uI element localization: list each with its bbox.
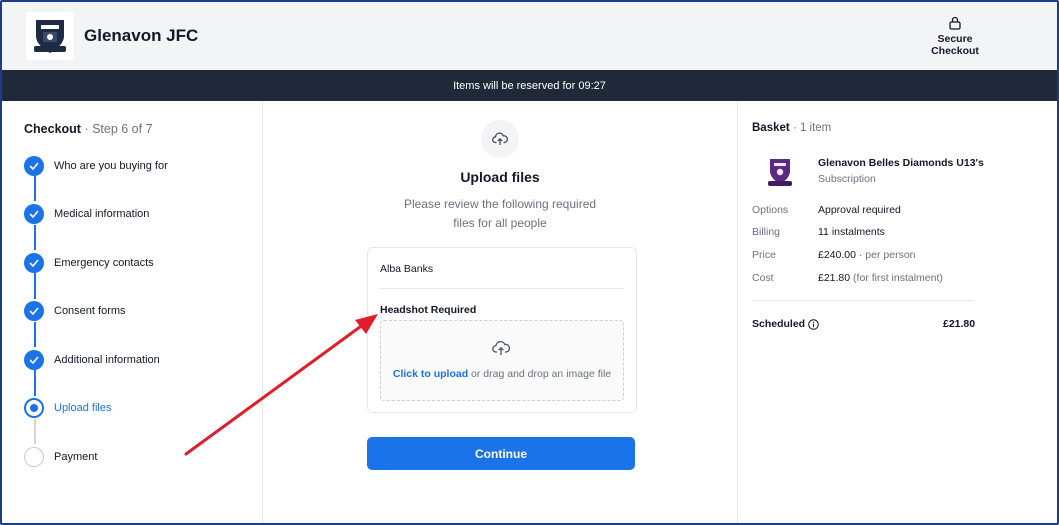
step-payment: Payment	[24, 446, 97, 468]
step-additional-information[interactable]: Additional information	[24, 349, 160, 371]
step-connector	[34, 322, 36, 347]
step-consent-forms[interactable]: Consent forms	[24, 300, 126, 322]
lock-icon	[949, 16, 961, 30]
upload-title: Upload files	[460, 169, 540, 185]
checkout-title: Checkout · Step 6 of 7	[24, 122, 153, 136]
check-icon	[24, 301, 44, 321]
row-key: Price	[752, 249, 776, 261]
basket-divider	[752, 300, 974, 301]
required-file-label: Headshot Required	[380, 304, 477, 316]
step-connector	[34, 419, 36, 444]
check-icon	[24, 204, 44, 224]
step-connector	[34, 225, 36, 250]
step-label: Upload files	[54, 402, 112, 414]
file-drop-zone[interactable]: Click to upload or drag and drop an imag…	[380, 320, 624, 401]
continue-button[interactable]: Continue	[367, 437, 635, 470]
pending-step-icon	[24, 447, 44, 467]
step-emergency-contacts[interactable]: Emergency contacts	[24, 252, 154, 274]
basket-count: · 1 item	[792, 122, 832, 134]
row-value: £240.00 · per person	[818, 249, 916, 261]
row-value: £21.80 (for first instalment)	[818, 272, 943, 284]
step-label: Medical information	[54, 208, 150, 220]
info-icon[interactable]	[808, 318, 819, 330]
basket-panel: Basket · 1 item Glenavon Belles Diamonds…	[738, 101, 1057, 523]
checkout-steps-panel: Checkout · Step 6 of 7 Who are you buyin…	[2, 101, 263, 523]
product-name: Glenavon Belles Diamonds U13's	[818, 157, 984, 169]
upload-panel: Upload files Please review the following…	[263, 101, 738, 523]
current-step-icon	[24, 398, 44, 418]
checkout-label: Checkout	[24, 122, 81, 136]
row-value: 11 instalments	[818, 226, 885, 238]
step-counter: · Step 6 of 7	[84, 122, 153, 136]
row-key: Billing	[752, 226, 781, 238]
check-icon	[24, 156, 44, 176]
app-frame: Glenavon JFC Secure Checkout Items will …	[0, 0, 1059, 525]
scheduled-amount: £21.80	[943, 318, 976, 330]
step-upload-files[interactable]: Upload files	[24, 397, 111, 419]
basket-title: Basket · 1 item	[752, 122, 831, 134]
cloud-upload-icon	[492, 341, 510, 355]
step-label: Payment	[54, 451, 98, 463]
drop-zone-text: Click to upload or drag and drop an imag…	[381, 368, 623, 380]
row-value: Approval required	[818, 204, 901, 216]
step-medical-information[interactable]: Medical information	[24, 203, 149, 225]
club-crest-icon[interactable]	[26, 12, 74, 60]
header: Glenavon JFC Secure Checkout	[2, 2, 1057, 71]
person-file-card: Alba Banks Headshot Required Click to up…	[367, 247, 637, 413]
secure-checkout: Secure Checkout	[925, 16, 985, 57]
row-key: Options	[752, 204, 789, 216]
team-crest-icon	[768, 159, 792, 186]
click-to-upload-link[interactable]: Click to upload	[393, 368, 468, 380]
step-connector	[34, 273, 36, 299]
step-connector	[34, 370, 36, 396]
row-key: Cost	[752, 272, 774, 284]
scheduled-label: Scheduled	[752, 318, 819, 330]
club-name: Glenavon JFC	[84, 26, 199, 45]
step-label: Who are you buying for	[54, 160, 168, 172]
check-icon	[24, 253, 44, 273]
drag-drop-text: or drag and drop an image file	[468, 368, 612, 380]
reservation-banner: Items will be reserved for 09:27	[2, 70, 1057, 101]
secure-label-line1: Secure	[937, 33, 973, 45]
step-label: Emergency contacts	[54, 257, 154, 269]
card-divider	[380, 288, 624, 289]
reservation-timer-text: Items will be reserved for 09:27	[453, 79, 606, 92]
check-icon	[24, 350, 44, 370]
secure-label-line2: Checkout	[931, 45, 979, 57]
step-connector	[34, 176, 36, 201]
step-label: Additional information	[54, 354, 160, 366]
step-who-are-you-buying-for[interactable]: Who are you buying for	[24, 155, 168, 177]
person-name: Alba Banks	[380, 263, 434, 275]
step-label: Consent forms	[54, 305, 126, 317]
product-type: Subscription	[818, 173, 876, 185]
upload-description: Please review the following required fil…	[403, 197, 597, 230]
cloud-upload-icon	[481, 120, 519, 158]
basket-label: Basket	[752, 122, 790, 134]
